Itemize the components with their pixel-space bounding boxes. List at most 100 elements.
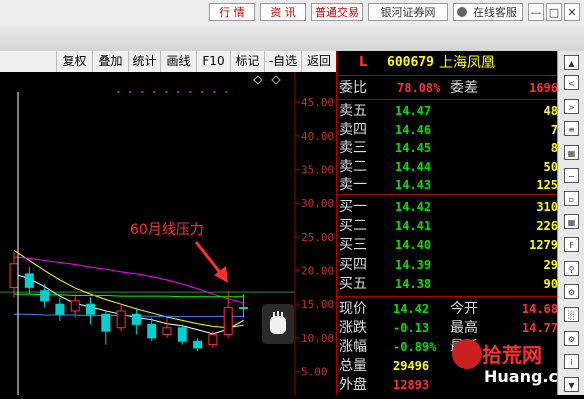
top-bar: 行 情 资 讯 普通交易 银河证券网 在线客服 — □ ✕ [0, 0, 584, 27]
restore-icon[interactable]: □ [546, 3, 562, 21]
toolbar-strip [0, 26, 584, 51]
buy-level-label: 买三 [339, 237, 367, 254]
buy-row[interactable]: 买一 14.42 310 [337, 197, 558, 217]
kline-chart[interactable]: 45.00 40.00 35.00 30.00 25.00 20.00 15.00 10.00… [0, 72, 336, 395]
watermark: 拾荒网 Huang.cn [452, 337, 569, 395]
scroll-up-icon[interactable]: ▲ [564, 55, 579, 70]
info-icon[interactable]: i [564, 354, 579, 369]
calendar-icon[interactable]: ▦ [564, 145, 579, 160]
sell-volume: 7 [550, 122, 558, 137]
kline-icon[interactable]: ▫ [564, 191, 579, 206]
sell-price: 14.44 [395, 159, 432, 174]
line-chart-icon[interactable]: ∼ [564, 168, 579, 183]
weibi-value: 78.08% [397, 81, 441, 95]
stock-code: 600679 [387, 55, 434, 70]
buy-volume: 29 [543, 257, 558, 272]
buy-price: 14.40 [395, 238, 432, 253]
sell-level-label: 卖五 [339, 103, 367, 119]
candle [24, 267, 34, 295]
stat-label: 外盘 [339, 377, 367, 393]
trade-tab-button[interactable]: 普通交易 [311, 3, 363, 21]
list-icon[interactable]: ≡ [564, 121, 579, 136]
mark-button[interactable]: 标记 [230, 51, 264, 72]
y-tick-label: 5.00 [301, 366, 328, 379]
sell-level-label: 卖一 [339, 177, 367, 194]
overlay-button[interactable]: 叠加 [92, 51, 128, 72]
market-tab-button[interactable]: 行 情 [209, 3, 255, 21]
tools-icon[interactable]: ⚙ [564, 284, 579, 299]
grid-icon[interactable]: ▦ [564, 214, 579, 229]
search-icon[interactable]: ⚲ [564, 261, 579, 276]
sell-volume: 125 [536, 178, 558, 193]
nav-left-icon[interactable]: < [564, 75, 579, 90]
cursor-icon [262, 304, 294, 344]
diamond-marker-icon [271, 75, 281, 85]
draw-line-button[interactable]: 画线 [160, 51, 196, 72]
stock-header: L 600679 上海凤凰 [337, 53, 558, 73]
buy-volume: 1279 [529, 238, 558, 253]
buy-row[interactable]: 买五 14.38 90 [337, 274, 558, 294]
annotation-arrow [194, 241, 228, 283]
fuquan-button[interactable]: 复权 [56, 51, 92, 72]
news-tab-button[interactable]: 资 讯 [260, 3, 306, 21]
candle [239, 294, 248, 318]
f10-button[interactable]: F10 [196, 51, 230, 72]
candle [40, 284, 50, 308]
buy-price: 14.39 [395, 257, 432, 272]
stat-row: 涨跌 -0.13 最高 14.77 [337, 318, 558, 338]
stat-value: 29496 [393, 359, 430, 373]
buy-row[interactable]: 买四 14.39 29 [337, 255, 558, 275]
moving-average-line [13, 273, 244, 335]
nav-right-icon[interactable]: > [564, 99, 579, 114]
candle [70, 294, 80, 318]
f10-icon[interactable]: F [564, 237, 579, 252]
candle [131, 307, 141, 335]
candle [208, 331, 218, 348]
buy-row[interactable]: 买二 14.41 226 [337, 216, 558, 236]
stats-button[interactable]: 统计 [128, 51, 160, 72]
close-icon[interactable]: ✕ [564, 3, 580, 21]
settings-icon[interactable]: ⚙ [564, 331, 579, 346]
buy-row[interactable]: 买三 14.40 1279 [337, 235, 558, 255]
stat-value-right: 14.77 [521, 321, 558, 335]
sell-price: 14.45 [395, 141, 432, 156]
sell-volume: 8 [550, 141, 558, 156]
remove-watchlist-button[interactable]: -自选 [264, 51, 301, 72]
chart-toolbar: 复权 叠加 统计 画线 F10 标记 -自选 返回 [0, 51, 336, 73]
support-button[interactable]: 在线客服 [453, 3, 523, 21]
candle [86, 297, 95, 325]
candle [177, 324, 187, 345]
buy-volume: 226 [536, 219, 558, 234]
stat-label: 总量 [339, 358, 367, 374]
y-tick-label: 10.00 [301, 332, 334, 345]
candle [162, 317, 172, 338]
buy-volume: 90 [543, 276, 558, 291]
buy-level-label: 买二 [339, 218, 367, 235]
sell-row[interactable]: 卖四 14.46 7 [337, 120, 558, 140]
buy-level-label: 买四 [339, 256, 367, 273]
sell-level-label: 卖三 [339, 140, 367, 157]
stat-label: 涨跌 [339, 320, 367, 336]
candle [116, 304, 126, 332]
website-button[interactable]: 银河证券网 [368, 3, 448, 21]
buy-level-label: 买一 [339, 199, 367, 215]
sell-row[interactable]: 卖五 14.47 48 [337, 101, 558, 121]
sell-row[interactable]: 卖三 14.45 8 [337, 138, 558, 158]
buy-price: 14.41 [395, 219, 432, 234]
weibi-row: 委比 78.08% 委差 1696 [337, 78, 558, 98]
stat-label: 现价 [339, 301, 367, 317]
back-button[interactable]: 返回 [301, 51, 336, 72]
candle [147, 317, 157, 342]
sell-volume: 48 [543, 104, 558, 118]
scroll-down-icon[interactable]: ▼ [564, 377, 579, 392]
buy-level-label: 买五 [339, 275, 367, 292]
stat-value: 12893 [393, 378, 430, 392]
chart-bars-icon[interactable]: ░ [564, 307, 579, 322]
minimize-icon[interactable]: — [528, 3, 544, 21]
stat-label-right: 最高 [450, 320, 478, 336]
weicha-label: 委差 [450, 80, 478, 96]
sell-row[interactable]: 卖一 14.43 125 [337, 175, 558, 195]
moving-average-line [14, 313, 244, 317]
buy-price: 14.42 [395, 200, 432, 214]
sell-row[interactable]: 卖二 14.44 50 [337, 157, 558, 177]
